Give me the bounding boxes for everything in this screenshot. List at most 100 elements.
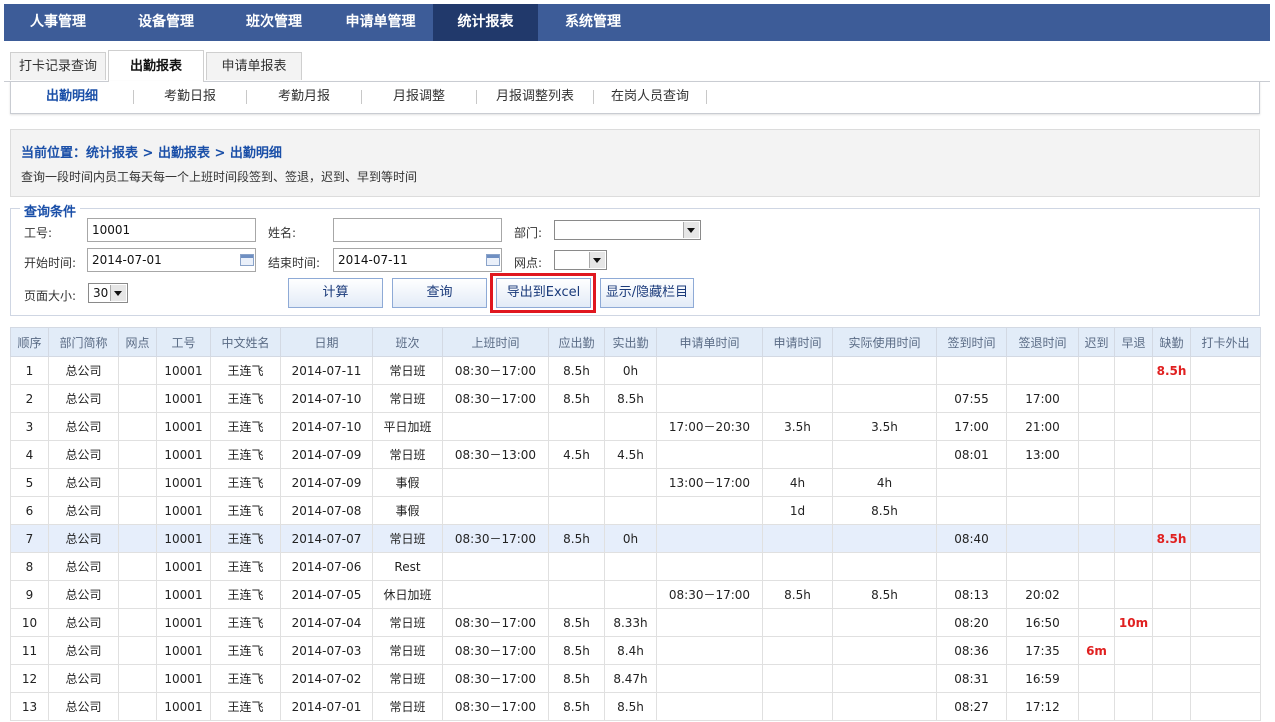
table-row[interactable]: 4 总公司 10001 王连飞 2014-07-09 常日班 08:30－13:00 4.5h… (10, 440, 1261, 469)
table-cell (1152, 580, 1191, 609)
table-cell (604, 580, 657, 609)
tab-application-report[interactable]: 申请单报表 (206, 52, 302, 80)
table-cell: 21:00 (1006, 412, 1079, 441)
table-cell (1078, 664, 1115, 693)
toggle-columns-button[interactable]: 显示/隐藏栏目 (600, 278, 694, 308)
table-row[interactable]: 9 总公司 10001 王连飞 2014-07-05 休日加班 08:30－17:00 8.5… (10, 580, 1261, 609)
table-cell (762, 524, 833, 553)
calendar-icon[interactable] (486, 254, 500, 266)
table-row[interactable]: 11 总公司 10001 王连飞 2014-07-03 常日班 08:30－17:00 8.5… (10, 636, 1261, 665)
table-cell (1114, 524, 1153, 553)
subnav-monthly-adjust[interactable]: 月报调整 (362, 90, 477, 104)
table-cell: 事假 (372, 468, 443, 497)
table-cell (656, 384, 763, 413)
table-cell: 8 (10, 552, 49, 581)
table-cell (1190, 412, 1261, 441)
table-row[interactable]: 12 总公司 10001 王连飞 2014-07-02 常日班 08:30－17:00 8.5… (10, 664, 1261, 693)
column-header: 早退 (1114, 327, 1153, 357)
table-cell: 10001 (156, 412, 211, 441)
table-row[interactable]: 13 总公司 10001 王连飞 2014-07-01 常日班 08:30－17:00 8.5… (10, 692, 1261, 721)
table-cell (656, 524, 763, 553)
name-input[interactable] (333, 218, 502, 242)
table-cell: 08:13 (936, 580, 1007, 609)
table-cell (1078, 412, 1115, 441)
subnav-attendance-detail[interactable]: 出勤明细 (11, 90, 134, 104)
table-cell: 常日班 (372, 636, 443, 665)
table-cell (832, 552, 937, 581)
tab-punch-records[interactable]: 打卡记录查询 (10, 52, 106, 80)
table-cell (832, 384, 937, 413)
site-select[interactable] (554, 250, 607, 270)
page-size-select[interactable]: 30 (88, 283, 128, 303)
table-cell: 8.5h (832, 496, 937, 525)
page-description: 查询一段时间内员工每天每一个上班时间段签到、签退，迟到、早到等时间 (21, 170, 418, 184)
table-cell (1078, 384, 1115, 413)
dept-select[interactable] (554, 220, 701, 240)
tab-bar: 打卡记录查询 出勤报表 申请单报表 (4, 41, 1270, 82)
table-cell (442, 580, 549, 609)
table-cell: 2014-07-08 (280, 496, 373, 525)
table-cell: 10001 (156, 524, 211, 553)
table-row[interactable]: 3 总公司 10001 王连飞 2014-07-10 平日加班 17:00－20:30 3.5… (10, 412, 1261, 441)
subnav-monthly-report[interactable]: 考勤月报 (247, 90, 362, 104)
top-nav: 人事管理 设备管理 班次管理 申请单管理 统计报表 系统管理 (4, 4, 1270, 41)
table-cell (604, 412, 657, 441)
nav-personnel[interactable]: 人事管理 (4, 4, 112, 41)
table-cell: 常日班 (372, 356, 443, 385)
nav-shift[interactable]: 班次管理 (220, 4, 328, 41)
table-cell (1078, 440, 1115, 469)
table-cell: 10 (10, 608, 49, 637)
table-cell (118, 580, 157, 609)
chevron-down-icon (110, 285, 126, 301)
table-row[interactable]: 5 总公司 10001 王连飞 2014-07-09 事假 13:00－17:00 4h 4h (10, 468, 1261, 497)
table-cell: 16:50 (1006, 608, 1079, 637)
tab-attendance-report[interactable]: 出勤报表 (108, 50, 204, 82)
table-cell: 总公司 (48, 356, 119, 385)
table-cell: 王连飞 (210, 636, 281, 665)
table-row[interactable]: 7 总公司 10001 王连飞 2014-07-07 常日班 08:30－17:00 8.5h… (10, 524, 1261, 553)
breadcrumb: 当前位置：统计报表 > 出勤报表 > 出勤明细 (21, 146, 282, 161)
table-cell: 3.5h (762, 412, 833, 441)
table-cell (1078, 608, 1115, 637)
subnav-on-duty[interactable]: 在岗人员查询 (594, 90, 707, 104)
nav-application[interactable]: 申请单管理 (328, 4, 433, 41)
column-header: 缺勤 (1152, 327, 1191, 357)
table-cell: 1 (10, 356, 49, 385)
nav-system[interactable]: 系统管理 (538, 4, 648, 41)
emp-no-label: 工号: (24, 226, 53, 240)
emp-no-input[interactable] (87, 218, 256, 242)
table-cell: 08:30－17:00 (656, 580, 763, 609)
table-cell: 王连飞 (210, 552, 281, 581)
table-cell: 总公司 (48, 496, 119, 525)
subnav-adjust-list[interactable]: 月报调整列表 (477, 90, 594, 104)
export-highlight-box (490, 273, 596, 313)
table-cell: 王连飞 (210, 356, 281, 385)
start-time-label: 开始时间: (24, 256, 77, 270)
table-row[interactable]: 2 总公司 10001 王连飞 2014-07-10 常日班 08:30－17:00 8.5h… (10, 384, 1261, 413)
start-date-input[interactable] (87, 248, 256, 272)
end-date-input[interactable] (333, 248, 502, 272)
nav-reports[interactable]: 统计报表 (433, 4, 538, 41)
table-row[interactable]: 10 总公司 10001 王连飞 2014-07-04 常日班 08:30－17:00 8.5… (10, 608, 1261, 637)
table-cell: 2014-07-11 (280, 356, 373, 385)
table-cell (1114, 440, 1153, 469)
table-cell: 王连飞 (210, 580, 281, 609)
search-button[interactable]: 查询 (392, 278, 487, 308)
table-cell: 王连飞 (210, 664, 281, 693)
table-cell: 8.5h (548, 692, 605, 721)
column-header: 上班时间 (442, 327, 549, 357)
table-row[interactable]: 8 总公司 10001 王连飞 2014-07-06 Rest (10, 552, 1261, 581)
table-cell: 08:30－13:00 (442, 440, 549, 469)
subnav-daily-report[interactable]: 考勤日报 (134, 90, 247, 104)
table-row[interactable]: 1 总公司 10001 王连飞 2014-07-11 常日班 08:30－17:00 8.5h… (10, 356, 1261, 385)
table-cell: 13:00 (1006, 440, 1079, 469)
calculate-button[interactable]: 计算 (288, 278, 383, 308)
table-cell: 常日班 (372, 524, 443, 553)
table-cell: 4h (832, 468, 937, 497)
calendar-icon[interactable] (240, 254, 254, 266)
table-cell (1190, 356, 1261, 385)
table-cell (118, 692, 157, 721)
table-row[interactable]: 6 总公司 10001 王连飞 2014-07-08 事假 1d 8.5h (10, 496, 1261, 525)
nav-device[interactable]: 设备管理 (112, 4, 220, 41)
table-cell: 3 (10, 412, 49, 441)
